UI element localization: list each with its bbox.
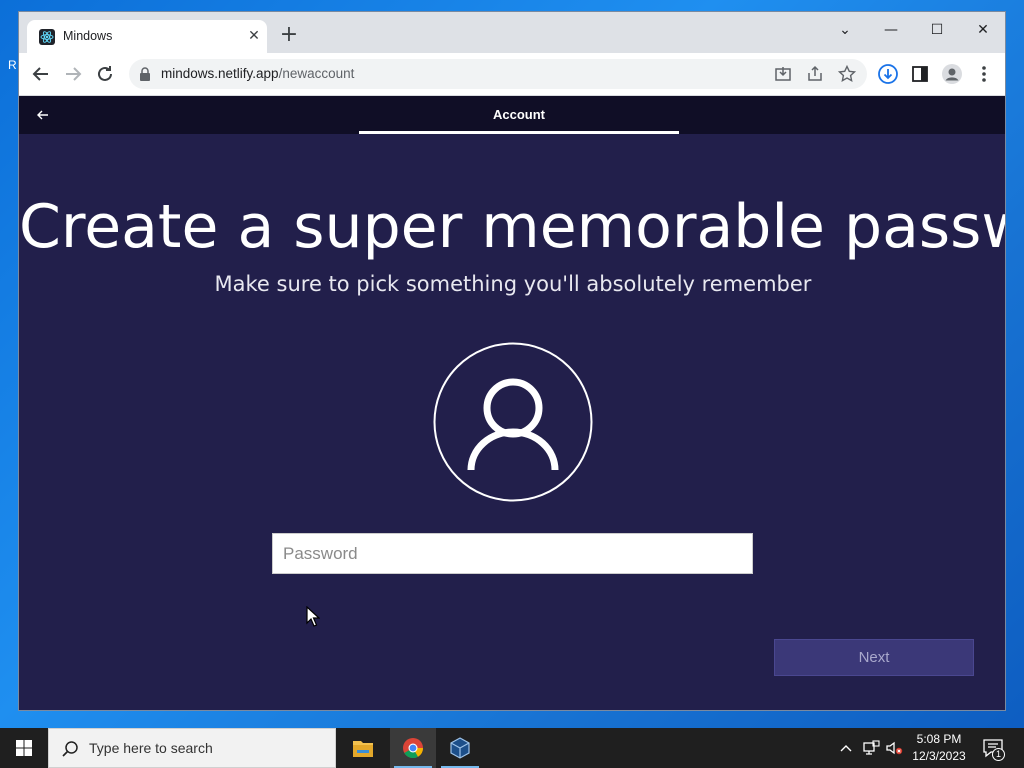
notification-count-badge: 1 xyxy=(992,748,1005,761)
taskbar: Type here to search 5:08 PM 12/3/2023 1 xyxy=(0,728,1024,768)
tab-search-chevron-icon[interactable]: ⌄ xyxy=(831,18,859,42)
new-tab-plus-icon[interactable]: + xyxy=(277,24,301,48)
active-tab-indicator xyxy=(359,131,679,134)
next-button[interactable]: Next xyxy=(774,639,974,676)
page-subtitle: Make sure to pick something you'll absol… xyxy=(214,272,812,296)
maximize-icon[interactable]: ☐ xyxy=(923,18,951,42)
window-close-icon[interactable]: ✕ xyxy=(969,18,997,42)
browser-tab-mindows[interactable]: Mindows ✕ xyxy=(27,20,267,53)
install-app-icon[interactable] xyxy=(773,64,793,84)
volume-muted-icon[interactable] xyxy=(884,738,904,758)
page-title: Create a super memorable password xyxy=(19,192,1005,262)
password-input[interactable] xyxy=(272,533,753,574)
file-explorer-icon[interactable] xyxy=(340,728,386,768)
page-header: Account xyxy=(19,96,1005,134)
side-panel-icon[interactable] xyxy=(909,63,931,85)
url-host: mindows.netlify.app xyxy=(161,66,279,81)
virtualbox-icon[interactable] xyxy=(437,728,483,768)
taskbar-search-box[interactable]: Type here to search xyxy=(48,728,336,768)
minimize-icon[interactable]: — xyxy=(877,18,905,42)
system-clock[interactable]: 5:08 PM 12/3/2023 xyxy=(906,731,972,765)
clock-time: 5:08 PM xyxy=(916,732,962,746)
mouse-cursor-icon xyxy=(306,606,320,627)
share-icon[interactable] xyxy=(805,64,825,84)
search-placeholder: Type here to search xyxy=(89,740,213,756)
browser-window: Mindows ✕ + ⌄ — ☐ ✕ mindows.netlify.app/… xyxy=(18,11,1006,711)
lock-icon xyxy=(140,67,150,81)
url-text[interactable]: mindows.netlify.app/newaccount xyxy=(161,66,354,81)
bookmark-star-icon[interactable] xyxy=(837,64,857,84)
download-icon[interactable] xyxy=(877,63,899,85)
kebab-menu-icon[interactable] xyxy=(973,63,995,85)
account-page: Account Create a super memorable passwor… xyxy=(19,96,1005,710)
page-back-arrow-icon[interactable] xyxy=(31,104,55,126)
chrome-taskbar-icon[interactable] xyxy=(390,728,436,768)
desktop-edge-label: R xyxy=(8,58,17,72)
tray-chevron-up-icon[interactable] xyxy=(836,738,856,758)
clock-date: 12/3/2023 xyxy=(912,749,966,763)
search-icon xyxy=(62,741,78,757)
react-atom-icon xyxy=(39,29,55,45)
browser-toolbar: mindows.netlify.app/newaccount xyxy=(19,53,1005,96)
user-avatar-icon xyxy=(433,342,593,502)
url-path: /newaccount xyxy=(278,66,355,81)
tab-title: Mindows xyxy=(63,29,113,43)
network-icon[interactable] xyxy=(861,738,881,758)
profile-avatar-icon[interactable] xyxy=(941,63,963,85)
reload-icon[interactable] xyxy=(93,62,117,86)
tab-account: Account xyxy=(493,107,545,122)
forward-arrow-icon[interactable] xyxy=(61,62,85,86)
tab-close-icon[interactable]: ✕ xyxy=(245,27,263,45)
tab-strip: Mindows ✕ + ⌄ — ☐ ✕ xyxy=(19,12,1005,53)
back-arrow-icon[interactable] xyxy=(29,62,53,86)
windows-start-icon[interactable] xyxy=(0,728,48,768)
address-bar[interactable]: mindows.netlify.app/newaccount xyxy=(129,59,867,89)
